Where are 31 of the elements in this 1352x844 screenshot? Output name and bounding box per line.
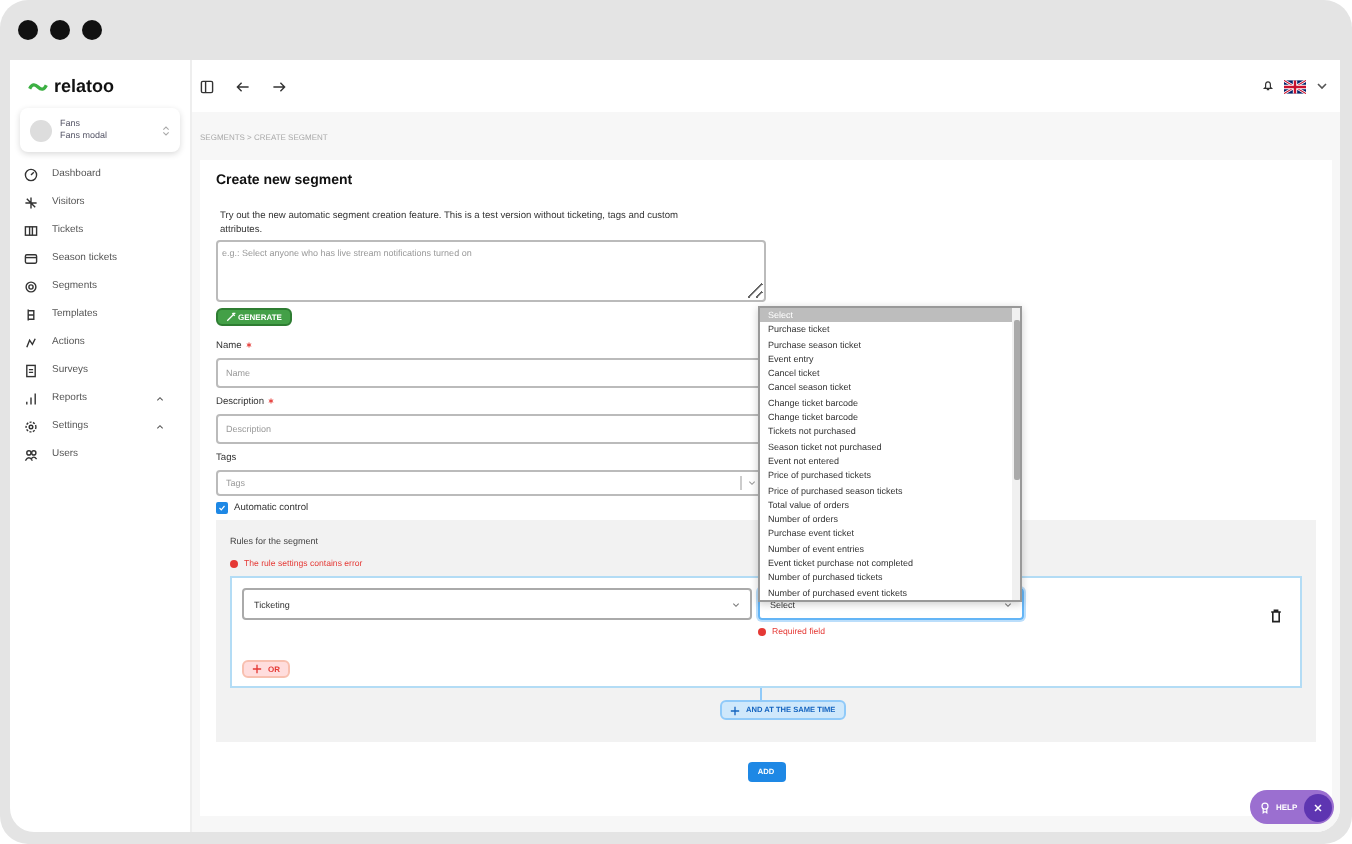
bell-icon[interactable] [1262, 80, 1274, 92]
gear-icon [24, 419, 38, 433]
error-icon [230, 559, 238, 567]
window-dot-icon [18, 20, 38, 40]
avatar-icon [30, 119, 52, 141]
logo-icon [28, 79, 48, 93]
trash-icon[interactable] [1268, 608, 1284, 624]
wand-icon [226, 312, 236, 322]
flag-icon[interactable] [1284, 79, 1306, 93]
chevron-down-icon [1004, 601, 1012, 607]
window-dot-icon [82, 20, 102, 40]
logo-text: relatoo [54, 76, 115, 96]
badge-icon [1260, 801, 1270, 813]
plus-icon [252, 664, 262, 674]
sort-icon [162, 123, 170, 137]
error-icon [758, 627, 766, 635]
checkbox[interactable] [216, 502, 228, 514]
report-icon [24, 391, 38, 405]
window-dot-icon [50, 20, 70, 40]
close-icon[interactable] [1304, 793, 1332, 821]
chevron-down-icon[interactable] [1316, 80, 1328, 92]
scrollbar[interactable] [1012, 308, 1020, 600]
back-arrow-icon[interactable] [236, 79, 250, 93]
sidebar-toggle-icon[interactable] [200, 79, 214, 93]
users-icon [24, 447, 38, 461]
card-icon [24, 251, 38, 265]
chevron-down-icon [732, 601, 740, 607]
survey-icon [24, 363, 38, 377]
ticket-icon [24, 223, 38, 237]
plus-icon [730, 705, 740, 715]
forward-arrow-icon[interactable] [272, 79, 286, 93]
